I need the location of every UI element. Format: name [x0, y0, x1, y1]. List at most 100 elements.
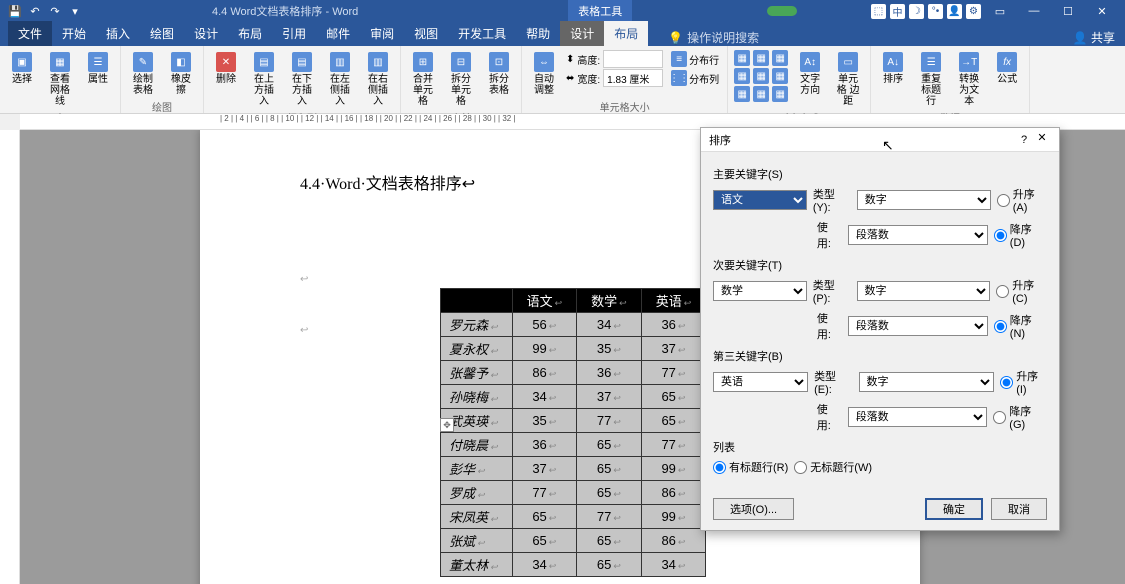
secondary-use-select[interactable]: 段落数 — [848, 316, 988, 336]
table-cell[interactable]: 孙晓梅↩ — [441, 385, 513, 409]
table-cell[interactable]: 65↩ — [641, 385, 706, 409]
table-header[interactable]: 英语↩ — [641, 289, 706, 313]
table-cell[interactable]: 65↩ — [512, 505, 577, 529]
minimize-icon[interactable]: — — [1019, 0, 1049, 22]
ok-button[interactable]: 确定 — [925, 498, 983, 520]
insert-left-button[interactable]: ▥在左侧插入 — [324, 50, 356, 109]
table-cell[interactable]: 56↩ — [512, 313, 577, 337]
height-input[interactable] — [603, 50, 663, 68]
tab-references[interactable]: 引用 — [272, 21, 316, 46]
view-gridlines-button[interactable]: ▦查看 网格线 — [44, 50, 76, 109]
tab-layout[interactable]: 布局 — [228, 21, 272, 46]
qat-more-icon[interactable]: ▾ — [68, 4, 82, 18]
table-cell[interactable]: 36↩ — [641, 313, 706, 337]
merge-cells-button[interactable]: ⊞合并 单元格 — [407, 50, 439, 109]
close-icon[interactable]: ✕ — [1033, 131, 1051, 149]
tab-view[interactable]: 视图 — [404, 21, 448, 46]
third-type-select[interactable]: 数字 — [859, 372, 995, 392]
table-cell[interactable]: 77↩ — [577, 409, 642, 433]
ind-6[interactable]: ⚙ — [966, 4, 981, 19]
table-row[interactable]: 宋凤英↩65↩77↩99↩ — [441, 505, 706, 529]
table-cell[interactable]: 86↩ — [641, 529, 706, 553]
table-move-handle[interactable]: ✥ — [440, 418, 454, 432]
table-cell[interactable]: 宋凤英↩ — [441, 505, 513, 529]
secondary-desc-radio[interactable]: 降序(N) — [994, 312, 1047, 340]
redo-icon[interactable]: ↷ — [48, 4, 62, 18]
split-table-button[interactable]: ⊡拆分表格 — [483, 50, 515, 98]
tell-me-search[interactable]: 💡 操作说明搜索 — [668, 29, 759, 46]
table-cell[interactable]: 37↩ — [641, 337, 706, 361]
table-cell[interactable]: 65↩ — [577, 433, 642, 457]
table-cell[interactable]: 65↩ — [641, 409, 706, 433]
table-cell[interactable]: 65↩ — [577, 457, 642, 481]
insert-right-button[interactable]: ▥在右侧插入 — [362, 50, 394, 109]
tab-file[interactable]: 文件 — [8, 21, 52, 46]
table-cell[interactable]: 彭华↩ — [441, 457, 513, 481]
split-cells-button[interactable]: ⊟拆分 单元格 — [445, 50, 477, 109]
table-cell[interactable]: 张馨予↩ — [441, 361, 513, 385]
cancel-button[interactable]: 取消 — [991, 498, 1047, 520]
table-cell[interactable]: 34↩ — [512, 385, 577, 409]
save-icon[interactable]: 💾 — [8, 4, 22, 18]
table-header[interactable] — [441, 289, 513, 313]
table-row[interactable]: 夏永权↩99↩35↩37↩ — [441, 337, 706, 361]
width-input[interactable] — [603, 69, 663, 87]
table-cell[interactable]: 夏永权↩ — [441, 337, 513, 361]
table-cell[interactable]: 34↩ — [577, 313, 642, 337]
table-cell[interactable]: 董太林↩ — [441, 553, 513, 577]
table-row[interactable]: 彭华↩37↩65↩99↩ — [441, 457, 706, 481]
help-icon[interactable]: ? — [1015, 134, 1033, 146]
table-header[interactable]: 语文↩ — [512, 289, 577, 313]
table-cell[interactable]: 65↩ — [577, 529, 642, 553]
tab-review[interactable]: 审阅 — [360, 21, 404, 46]
ind-3[interactable]: ☽ — [909, 4, 924, 19]
table-cell[interactable]: 37↩ — [577, 385, 642, 409]
share-button[interactable]: 👤 共享 — [1073, 29, 1115, 46]
table-cell[interactable]: 36↩ — [512, 433, 577, 457]
distribute-rows-button[interactable]: ≡分布行 — [669, 50, 721, 68]
ind-4[interactable]: °• — [928, 4, 943, 19]
table-cell[interactable]: 35↩ — [512, 409, 577, 433]
table-cell[interactable]: 86↩ — [512, 361, 577, 385]
close-icon[interactable]: ✕ — [1087, 0, 1117, 22]
table-cell[interactable]: 34↩ — [512, 553, 577, 577]
table-row[interactable]: 张斌↩65↩65↩86↩ — [441, 529, 706, 553]
properties-button[interactable]: ☰属性 — [82, 50, 114, 87]
distribute-cols-button[interactable]: ⋮⋮分布列 — [669, 69, 721, 87]
tab-mailings[interactable]: 邮件 — [316, 21, 360, 46]
data-table[interactable]: 语文↩ 数学↩ 英语↩ 罗元森↩56↩34↩36↩夏永权↩99↩35↩37↩张馨… — [440, 288, 706, 577]
table-row[interactable]: 武英瑛↩35↩77↩65↩ — [441, 409, 706, 433]
secondary-asc-radio[interactable]: 升序(C) — [996, 277, 1047, 305]
table-row[interactable]: 付晓晨↩36↩65↩77↩ — [441, 433, 706, 457]
table-cell[interactable]: 张斌↩ — [441, 529, 513, 553]
options-button[interactable]: 选项(O)... — [713, 498, 794, 520]
table-cell[interactable]: 34↩ — [641, 553, 706, 577]
insert-above-button[interactable]: ▤在上方插入 — [248, 50, 280, 109]
table-cell[interactable]: 77↩ — [577, 505, 642, 529]
tab-draw[interactable]: 绘图 — [140, 21, 184, 46]
ribbon-collapse-icon[interactable]: ▭ — [985, 0, 1015, 22]
table-cell[interactable]: 77↩ — [641, 433, 706, 457]
tab-table-layout[interactable]: 布局 — [604, 21, 648, 46]
tab-design[interactable]: 设计 — [184, 21, 228, 46]
formula-button[interactable]: fx公式 — [991, 50, 1023, 87]
table-cell[interactable]: 77↩ — [512, 481, 577, 505]
undo-icon[interactable]: ↶ — [28, 4, 42, 18]
primary-use-select[interactable]: 段落数 — [848, 225, 988, 245]
table-row[interactable]: 罗元森↩56↩34↩36↩ — [441, 313, 706, 337]
has-header-radio[interactable]: 有标题行(R) — [713, 459, 788, 475]
table-cell[interactable]: 付晓晨↩ — [441, 433, 513, 457]
primary-asc-radio[interactable]: 升序(A) — [997, 186, 1047, 214]
dialog-titlebar[interactable]: 排序 ? ✕ — [701, 128, 1059, 152]
table-cell[interactable]: 罗成↩ — [441, 481, 513, 505]
third-key-select[interactable]: 英语 — [713, 372, 808, 392]
table-cell[interactable]: 35↩ — [577, 337, 642, 361]
table-row[interactable]: 罗成↩77↩65↩86↩ — [441, 481, 706, 505]
sort-button[interactable]: A↓排序 — [877, 50, 909, 87]
align-grid[interactable]: ▦▦▦ — [734, 50, 788, 66]
maximize-icon[interactable]: ☐ — [1053, 0, 1083, 22]
primary-key-select[interactable]: 语文 — [713, 190, 807, 210]
table-cell[interactable]: 99↩ — [512, 337, 577, 361]
eraser-button[interactable]: ◧橡皮擦 — [165, 50, 197, 98]
convert-text-button[interactable]: →T转换为文本 — [953, 50, 985, 109]
